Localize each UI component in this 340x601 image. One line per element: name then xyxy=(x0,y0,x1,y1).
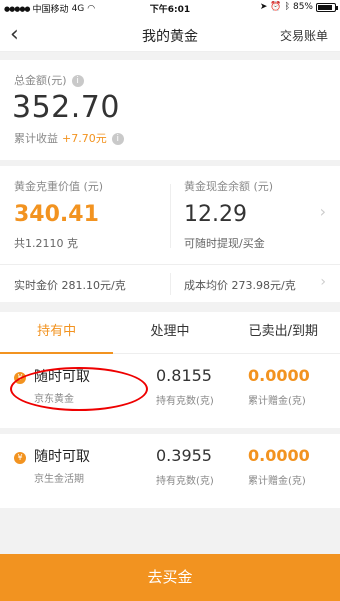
buy-gold-button[interactable]: 去买金 xyxy=(0,554,340,601)
holding-grams-label: 持有克数(克) xyxy=(156,476,214,487)
gold-value-amount: 340.41 xyxy=(14,202,99,227)
holding-gift: 0.0000 xyxy=(248,446,310,465)
tab-processing[interactable]: 处理中 xyxy=(113,312,226,353)
status-bar: ●●●●● 中国移动 4G ◠ 下午6:01 ➤ ⏰ ᛒ 85% xyxy=(0,0,340,16)
holding-grams-label: 持有克数(克) xyxy=(156,396,214,407)
holding-item[interactable]: ¥ 随时可取 京生金活期 0.3955 持有克数(克) 0.0000 累计赠金(… xyxy=(0,434,340,508)
yuan-icon: ¥ xyxy=(14,372,26,384)
total-label: 总金额(元) xyxy=(14,74,67,87)
divider xyxy=(170,184,171,248)
earnings-value: +7.70元 xyxy=(62,132,107,145)
gold-grams-line: 共1.2110 克 xyxy=(14,237,78,250)
cash-balance-amount: 12.29 xyxy=(184,202,247,227)
tab-holding[interactable]: 持有中 xyxy=(0,312,114,354)
holding-gift-label: 累计赠金(克) xyxy=(248,396,306,407)
divider xyxy=(170,273,171,295)
alarm-icon: ⏰ xyxy=(270,2,282,12)
cash-balance-block: 黄金现金余额 (元) 12.29 可随时提现/买金 xyxy=(184,178,273,251)
total-label-row: 总金额(元) i xyxy=(14,72,84,88)
gold-value-label: 黄金克重价值 (元) xyxy=(14,180,104,193)
earnings-row: 累计收益 +7.70元 i xyxy=(14,130,124,146)
holding-grams: 0.3955 xyxy=(156,446,212,465)
holding-gift: 0.0000 xyxy=(248,366,310,385)
realtime-price: 实时金价 281.10元/克 xyxy=(14,279,126,292)
location-icon: ➤ xyxy=(259,2,268,12)
status-right: ➤ ⏰ ᛒ 85% xyxy=(259,2,338,12)
holding-grams: 0.8155 xyxy=(156,366,212,385)
price-bar: 实时金价 281.10元/克 成本均价 273.98元/克 › xyxy=(0,264,340,302)
chevron-right-icon[interactable]: › xyxy=(320,202,326,221)
holding-subtitle: 京生金活期 xyxy=(34,474,84,485)
tab-sold-expired[interactable]: 已卖出/到期 xyxy=(227,312,340,353)
chevron-right-icon[interactable]: › xyxy=(320,274,326,290)
holding-subtitle: 京东黄金 xyxy=(34,394,74,405)
holding-title: 随时可取 xyxy=(34,369,90,385)
total-amount: 352.70 xyxy=(12,90,120,125)
holding-title: 随时可取 xyxy=(34,449,90,465)
yuan-icon: ¥ xyxy=(14,452,26,464)
transaction-bill-link[interactable]: 交易账单 xyxy=(280,27,328,44)
holdings-tabs: 持有中 处理中 已卖出/到期 xyxy=(0,312,340,354)
cash-balance-note: 可随时提现/买金 xyxy=(184,237,265,250)
cash-balance-label: 黄金现金余额 (元) xyxy=(184,180,274,193)
total-card: 总金额(元) i 352.70 累计收益 +7.70元 i xyxy=(0,60,340,160)
gold-value-block: 黄金克重价值 (元) 340.41 共1.2110 克 xyxy=(14,178,103,251)
nav-bar: ‹ 我的黄金 交易账单 xyxy=(0,16,340,52)
battery-percent: 85% xyxy=(292,2,313,12)
holding-item[interactable]: ¥ 随时可取 京东黄金 0.8155 持有克数(克) 0.0000 累计赠金(克… xyxy=(0,354,340,428)
info-icon[interactable]: i xyxy=(71,75,84,87)
holding-gift-label: 累计赠金(克) xyxy=(248,476,306,487)
battery-fill xyxy=(318,4,332,10)
bluetooth-icon: ᛒ xyxy=(284,2,290,12)
earnings-label: 累计收益 xyxy=(14,132,58,145)
value-card[interactable]: 黄金克重价值 (元) 340.41 共1.2110 克 黄金现金余额 (元) 1… xyxy=(0,166,340,264)
battery-icon xyxy=(316,2,338,12)
earnings-info-icon[interactable]: i xyxy=(111,133,124,145)
avg-cost-price: 成本均价 273.98元/克 xyxy=(184,279,296,292)
